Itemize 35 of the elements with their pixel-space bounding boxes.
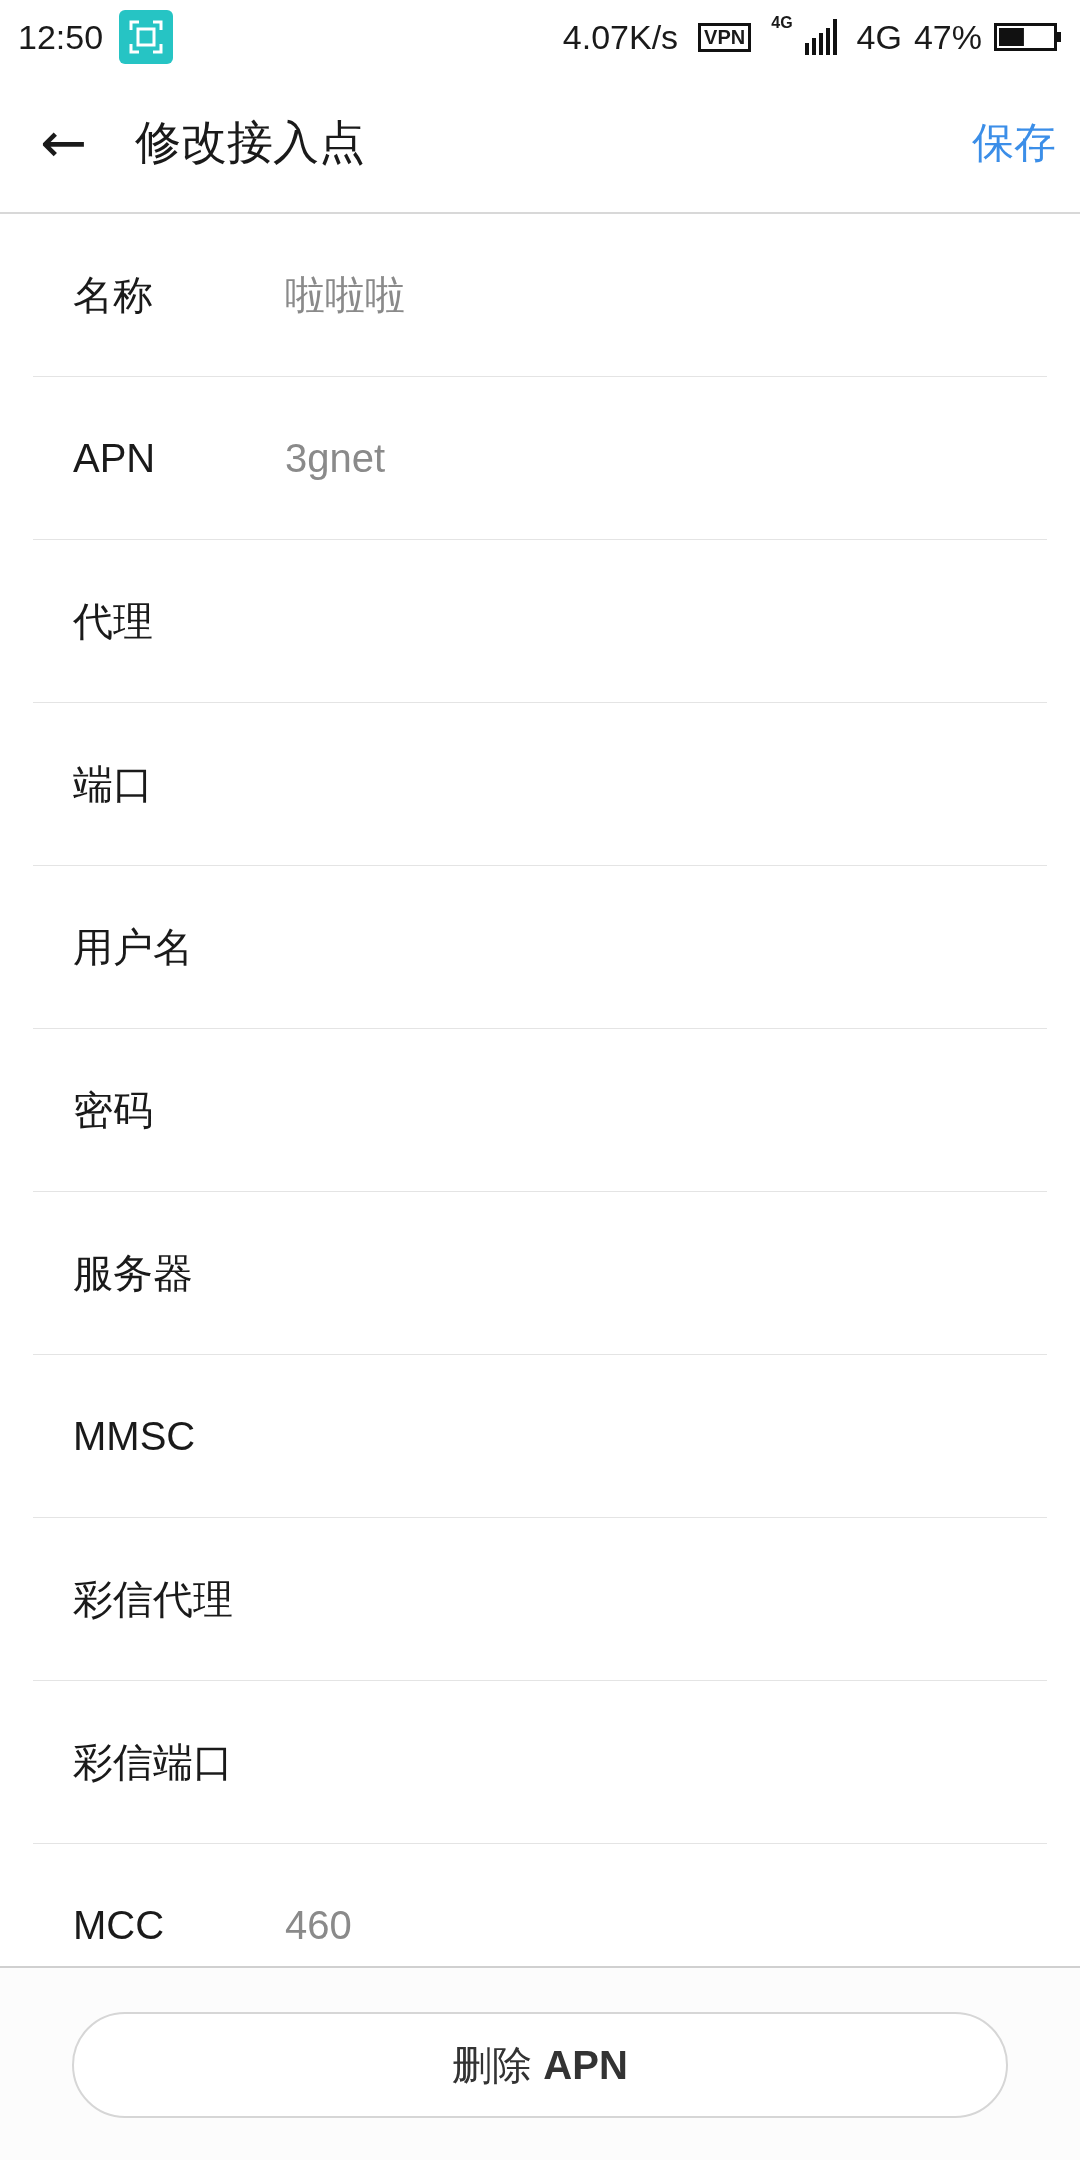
settings-row[interactable]: 服务器 <box>33 1192 1047 1355</box>
settings-row[interactable]: 代理 <box>33 540 1047 703</box>
field-label: 彩信端口 <box>72 1738 234 1786</box>
field-label: 代理 <box>72 597 154 645</box>
network-type: 4G <box>856 17 902 57</box>
settings-row[interactable]: APN 3gnet <box>33 377 1047 540</box>
delete-button[interactable]: 删除 APN <box>72 2012 1008 2118</box>
field-label: APN <box>72 435 157 481</box>
battery-percent: 47% <box>913 17 982 57</box>
settings-row[interactable]: 端口 <box>33 703 1047 866</box>
page-title: 修改接入点 <box>134 114 365 171</box>
field-label: 名称 <box>72 271 154 319</box>
field-label: 密码 <box>72 1086 154 1134</box>
field-label: 用户名 <box>72 923 194 971</box>
settings-row[interactable]: 用户名 <box>33 866 1047 1029</box>
settings-row[interactable]: 密码 <box>33 1029 1047 1192</box>
field-value: 460 <box>285 1902 352 1948</box>
vpn-badge: VPN <box>698 22 752 52</box>
field-label: 端口 <box>72 760 154 808</box>
field-value: 3gnet <box>285 435 386 481</box>
network-type-small: 4G <box>771 14 793 32</box>
screenshot-icon <box>119 10 174 64</box>
clock: 12:50 <box>18 17 104 57</box>
field-value: 啦啦啦 <box>285 271 405 319</box>
battery-icon <box>994 23 1062 51</box>
settings-row[interactable]: 彩信端口 <box>33 1681 1047 1844</box>
field-label: MCC <box>72 1902 166 1948</box>
field-label: 彩信代理 <box>72 1575 234 1623</box>
settings-row[interactable]: 名称 啦啦啦 <box>33 214 1047 377</box>
settings-row[interactable]: 彩信代理 <box>33 1518 1047 1681</box>
settings-row[interactable]: MMSC <box>33 1355 1047 1518</box>
network-speed: 4.07K/s <box>562 17 679 57</box>
field-label: MMSC <box>72 1413 197 1459</box>
back-button[interactable]: ← <box>40 115 87 171</box>
field-label: 服务器 <box>72 1249 194 1297</box>
